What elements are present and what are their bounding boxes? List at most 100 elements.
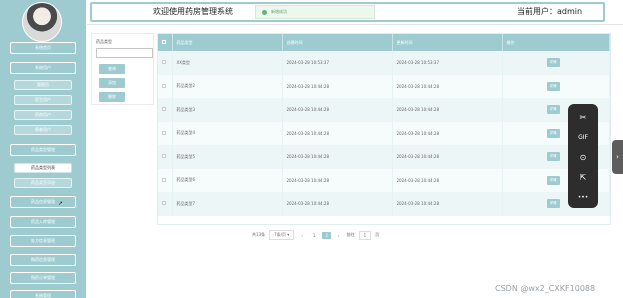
floating-toolbar: ✂ GIF ⊙ ⇱ •••: [568, 104, 598, 208]
prev-page-button[interactable]: ‹: [298, 232, 306, 239]
sidebar-item-home[interactable]: 系统首页: [10, 42, 76, 54]
drug-type-cell: 药品类型7: [172, 192, 283, 216]
drug-type-filter-input[interactable]: [96, 48, 153, 58]
share-icon[interactable]: ⇱: [573, 170, 593, 184]
sidebar-item-drug-info[interactable]: 药品信息管理: [10, 196, 76, 208]
detail-button[interactable]: 详情: [546, 81, 560, 91]
sidebar-item-patient[interactable]: 患者用户: [14, 125, 72, 135]
column-header: 药品类型: [172, 34, 283, 51]
sidebar: 系统首页 系统用户 管理员 医生用户 药房用户 患者用户 药品类型管理 药品类型…: [0, 0, 86, 298]
toast-text: 新增成功: [271, 9, 287, 14]
created-time-cell: 2024-03-28 10:44:28: [282, 192, 393, 216]
detail-button[interactable]: 详情: [546, 128, 560, 138]
current-user: 当前用户：admin: [517, 7, 583, 16]
page-suffix: 页: [375, 232, 380, 237]
row-checkbox[interactable]: [162, 107, 166, 112]
table-row[interactable]: 药品类型6 2024-03-28 10:44:28 2024-03-28 10:…: [158, 168, 610, 192]
table-row[interactable]: 药品类型7 2024-03-28 10:44:28 2024-03-28 10:…: [158, 192, 610, 216]
sidebar-item-pharmacy[interactable]: 药房用户: [14, 110, 72, 120]
column-header: 操作: [502, 34, 610, 51]
action-cell: 详情: [502, 74, 610, 98]
column-header: 创建时间: [282, 34, 393, 51]
updated-time-cell: 2024-03-28 10:44:28: [392, 168, 503, 192]
updated-time-cell: 2024-03-28 10:53:37: [392, 51, 503, 75]
select-all-cell: [158, 34, 173, 51]
created-time-cell: 2024-03-28 10:44:28: [282, 168, 393, 192]
total-count: 共13条: [252, 232, 266, 237]
drug-type-filter-label: 药品类型: [96, 39, 112, 44]
created-time-cell: 2024-03-28 10:44:28: [282, 74, 393, 98]
detail-button[interactable]: 详情: [546, 152, 560, 162]
detail-button[interactable]: 详情: [546, 199, 560, 209]
sidebar-item-system-manage[interactable]: 系统管理: [10, 290, 76, 298]
table-row[interactable]: 药品类型3 2024-03-28 10:44:28 2024-03-28 10:…: [158, 98, 610, 122]
mouse-cursor-icon: ➚: [58, 200, 64, 207]
next-page-button[interactable]: ›: [335, 232, 343, 239]
gif-icon[interactable]: GIF: [573, 130, 593, 144]
page-1-button[interactable]: 1: [310, 232, 319, 239]
updated-time-cell: 2024-03-28 10:44:28: [392, 74, 503, 98]
drug-type-cell: 药品类型4: [172, 121, 283, 145]
action-cell: 详情: [502, 51, 610, 75]
delete-button[interactable]: 删除: [99, 92, 125, 102]
row-checkbox[interactable]: [162, 60, 166, 65]
scissors-icon[interactable]: ✂: [573, 110, 593, 124]
updated-time-cell: 2024-03-28 10:44:28: [392, 121, 503, 145]
row-select-cell: [158, 168, 173, 192]
pagination: 共13条 7条/页 ▾ ‹ 1 2 › 前往 1 页: [252, 230, 379, 240]
add-button[interactable]: 添加: [99, 78, 125, 88]
page-root: 系统首页 系统用户 管理员 医生用户 药房用户 患者用户 药品类型管理 药品类型…: [0, 0, 623, 298]
drug-type-cell: 药品类型3: [172, 98, 283, 122]
row-checkbox[interactable]: [162, 201, 166, 206]
page-size-select[interactable]: 7条/页 ▾: [269, 230, 295, 240]
table-row[interactable]: 药品类型2 2024-03-28 10:44:28 2024-03-28 10:…: [158, 74, 610, 98]
side-collapse-tab[interactable]: ›: [612, 140, 623, 174]
table-header-row: 药品类型 创建时间 更新时间 操作: [158, 34, 610, 51]
row-checkbox[interactable]: [162, 130, 166, 135]
chevron-down-icon: ▾: [287, 232, 290, 237]
avatar[interactable]: [22, 2, 62, 42]
filter-panel: 药品类型 查询 添加 删除: [91, 33, 154, 105]
row-checkbox[interactable]: [162, 154, 166, 159]
row-select-cell: [158, 98, 173, 122]
table-row[interactable]: 药品类型4 2024-03-28 10:44:28 2024-03-28 10:…: [158, 121, 610, 145]
watermark: CSDN @wx2_CXKF10088: [495, 284, 596, 293]
select-all-checkbox[interactable]: [162, 40, 166, 44]
updated-time-cell: 2024-03-28 10:44:28: [392, 192, 503, 216]
row-select-cell: [158, 192, 173, 216]
row-checkbox[interactable]: [162, 83, 166, 88]
page-2-button[interactable]: 2: [322, 231, 331, 239]
row-select-cell: [158, 145, 173, 169]
row-checkbox[interactable]: [162, 177, 166, 182]
sidebar-item-purchase-info[interactable]: 购药信息管理: [10, 254, 76, 266]
detail-button[interactable]: 详情: [546, 105, 560, 115]
detail-button[interactable]: 详情: [546, 58, 560, 68]
created-time-cell: 2024-03-28 10:44:28: [282, 145, 393, 169]
updated-time-cell: 2024-03-28 10:44:28: [392, 145, 503, 169]
header: 欢迎使用药房管理系统 当前用户：admin 新增成功: [87, 0, 623, 25]
detail-button[interactable]: 详情: [546, 175, 560, 185]
table-row[interactable]: 药品类型5 2024-03-28 10:44:28 2024-03-28 10:…: [158, 145, 610, 169]
success-icon: [262, 9, 267, 15]
sidebar-item-system-users[interactable]: 系统用户: [10, 62, 76, 74]
page-size-value: 7条/页: [274, 232, 286, 237]
drug-type-cell: 药品类型2: [172, 74, 283, 98]
row-select-cell: [158, 121, 173, 145]
sidebar-item-doctor[interactable]: 医生用户: [14, 95, 72, 105]
sidebar-item-drug-type-add[interactable]: 药品类型添加: [14, 178, 72, 188]
sidebar-item-admin[interactable]: 管理员: [14, 80, 72, 90]
sidebar-item-drug-type-manage[interactable]: 药品类型管理: [10, 144, 76, 156]
goto-page-input[interactable]: 1: [358, 230, 372, 240]
sidebar-item-purchase-orders[interactable]: 购药订单管理: [10, 272, 76, 284]
more-icon[interactable]: •••: [573, 190, 593, 204]
search-icon[interactable]: ⊙: [573, 150, 593, 164]
sidebar-item-drug-stock[interactable]: 药品入库管理: [10, 216, 76, 228]
sidebar-item-prescription[interactable]: 处方信息管理: [10, 235, 76, 247]
created-time-cell: 2024-03-28 10:44:28: [282, 98, 393, 122]
drug-type-cell: XX类型: [172, 51, 283, 75]
goto-label: 前往: [346, 232, 355, 237]
search-button[interactable]: 查询: [99, 64, 125, 74]
drug-type-cell: 药品类型5: [172, 145, 283, 169]
table-row[interactable]: XX类型 2024-03-28 10:53:37 2024-03-28 10:5…: [158, 51, 610, 75]
sidebar-item-drug-type-list[interactable]: 药品类型列表: [14, 163, 72, 173]
